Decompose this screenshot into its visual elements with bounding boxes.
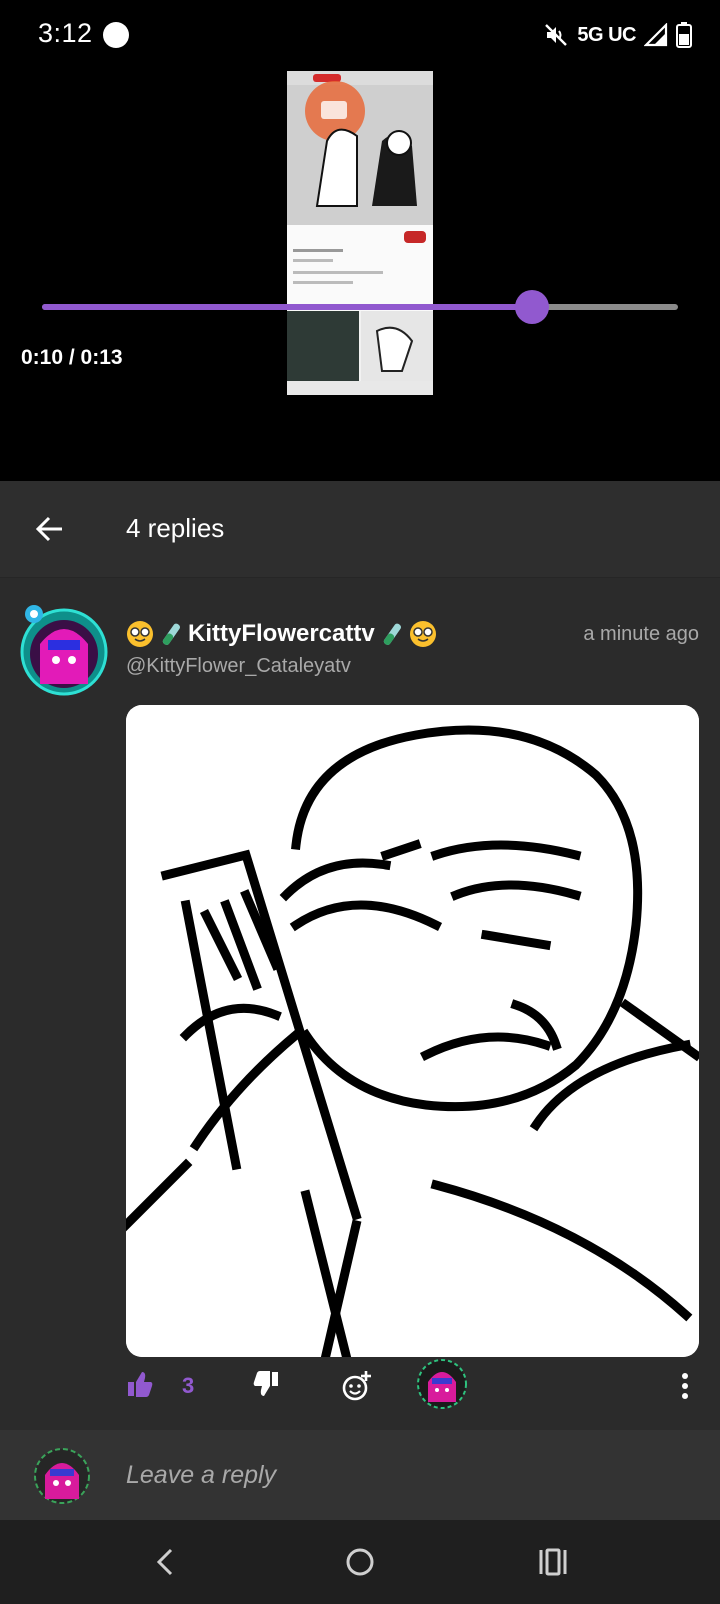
comment-actions: 3 (0, 1359, 720, 1430)
thumbs-down-icon (253, 1371, 278, 1396)
my-avatar-image (34, 1448, 90, 1504)
add-reaction-icon (342, 1371, 371, 1401)
like-count: 3 (182, 1373, 195, 1398)
nav-home-button[interactable] (330, 1538, 390, 1586)
nerd-face-icon (409, 621, 436, 647)
my-avatar (33, 1447, 91, 1505)
system-nav-bar (0, 1520, 720, 1604)
avatar[interactable] (18, 604, 110, 696)
video-player[interactable]: 0:10 / 0:13 (0, 70, 720, 481)
back-button[interactable] (26, 505, 74, 553)
add-reaction-button[interactable] (341, 1370, 373, 1402)
notification-dot-icon (103, 22, 129, 48)
avatar-image (20, 605, 108, 696)
page-title: 4 replies (126, 513, 225, 543)
signal-icon (644, 23, 668, 47)
mute-icon (545, 24, 568, 46)
recents-icon (539, 1548, 567, 1576)
creator-heart-avatar (416, 1358, 468, 1410)
seek-progress (42, 304, 532, 310)
creator-avatar-image (417, 1359, 467, 1409)
nav-recents-button[interactable] (523, 1538, 583, 1586)
network-label: 5G UC (577, 23, 636, 46)
arrow-back-icon (35, 516, 62, 542)
facepalm-meme-drawing (126, 705, 699, 1357)
like-button[interactable] (126, 1370, 156, 1400)
more-vert-icon (682, 1373, 688, 1399)
reply-bar (0, 1430, 720, 1520)
video-frame (287, 71, 433, 395)
author-name-text: KittyFlowercattv (188, 620, 375, 647)
status-bar: 3:12 5G UC (0, 0, 720, 70)
video-time: 0:10 / 0:13 (21, 346, 123, 369)
nav-back-button[interactable] (135, 1538, 195, 1586)
thumbs-up-icon (128, 1372, 153, 1397)
author-handle[interactable]: @KittyFlower_Cataleyatv (126, 655, 351, 678)
more-options-button[interactable] (670, 1370, 700, 1404)
dislike-button[interactable] (252, 1370, 282, 1400)
home-circle-icon (346, 1548, 374, 1576)
test-tube-icon (383, 623, 401, 645)
replies-header: 4 replies (0, 481, 720, 578)
test-tube-icon (162, 623, 180, 645)
comment: KittyFlowercattv @KittyFlower_Cataleyatv… (0, 578, 720, 1430)
status-time: 3:12 (38, 18, 93, 48)
comment-timestamp: a minute ago (583, 623, 699, 645)
reply-input[interactable] (126, 1452, 686, 1498)
seek-handle[interactable] (514, 290, 549, 324)
author-name[interactable]: KittyFlowercattv (126, 620, 437, 648)
battery-icon (676, 22, 692, 48)
status-icons: 5G UC (543, 20, 692, 50)
comment-image[interactable] (126, 705, 699, 1357)
back-chevron-icon (156, 1548, 173, 1576)
video-thumbnail (287, 71, 433, 395)
nerd-face-icon (127, 621, 153, 647)
